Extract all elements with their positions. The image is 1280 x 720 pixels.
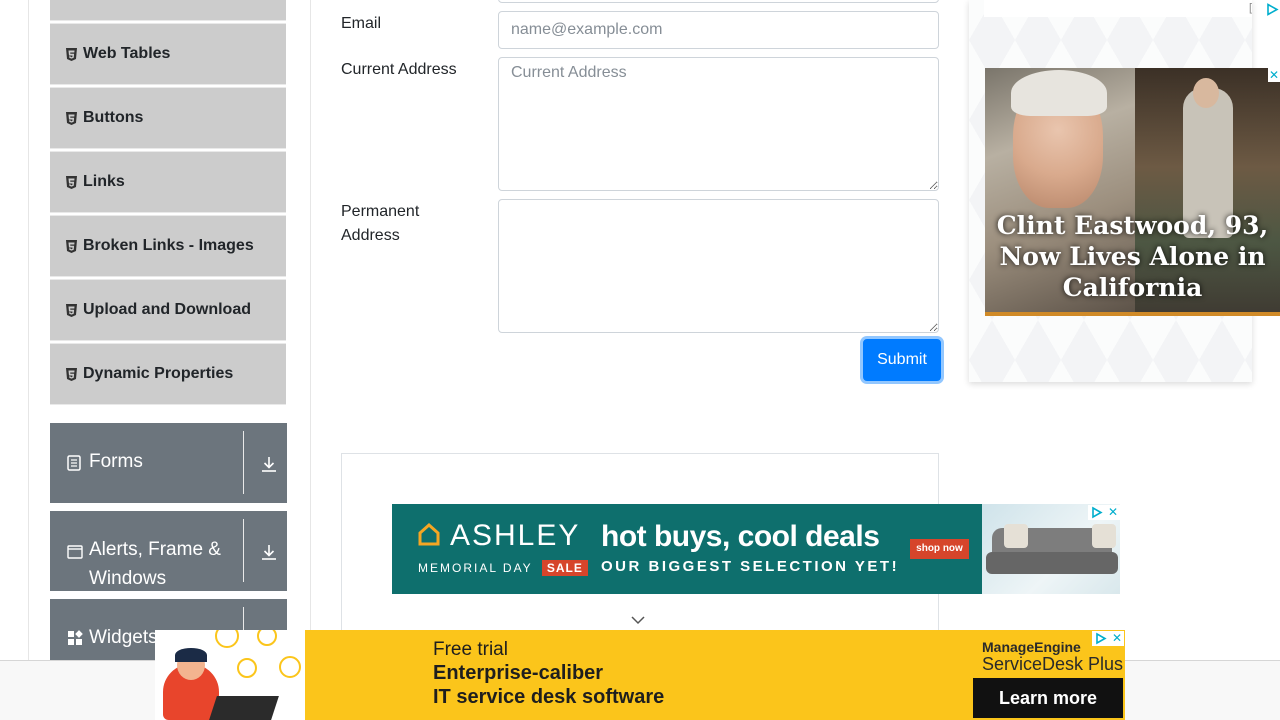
ad-choices[interactable]: ✕ — [1092, 631, 1124, 646]
ad-headline-line1: Enterprise-caliber — [433, 662, 604, 684]
shop-now-button[interactable]: shop now — [910, 539, 969, 559]
sofa-pillow — [1092, 524, 1116, 548]
sidebar-item-label: Broken Links - Images — [83, 237, 254, 254]
ashley-subline: MEMORIAL DAY SALE — [418, 560, 588, 576]
ad-headline: Clint Eastwood, 93, Now Lives Alone in C… — [996, 211, 1269, 302]
adchoices-icon[interactable] — [1091, 505, 1103, 523]
sidebar-item-partial[interactable] — [50, 0, 286, 21]
illus-circle — [257, 630, 277, 646]
adchoices-icon[interactable] — [1266, 3, 1280, 16]
html5-icon — [66, 47, 77, 61]
group-header-alerts[interactable]: Alerts, Frame & Windows — [50, 511, 287, 591]
group-header-label: Forms — [89, 451, 143, 472]
sidebar-item-links[interactable]: Links — [50, 151, 286, 213]
html5-icon — [66, 111, 77, 125]
ad-illustration — [155, 630, 305, 720]
ashley-sale-badge: SALE — [541, 560, 588, 576]
sidebar-item-upload-download[interactable]: Upload and Download — [50, 279, 286, 341]
close-icon[interactable]: ✕ — [1112, 631, 1122, 646]
window-icon — [67, 543, 83, 559]
illus-circle — [279, 656, 301, 678]
html5-icon — [66, 303, 77, 317]
adchoices-icon[interactable] — [1095, 631, 1107, 649]
ashley-brand: ASHLEY — [450, 519, 581, 552]
group-header-label: Alerts, Frame & — [89, 539, 221, 560]
sidebar-item-label: Buttons — [83, 109, 144, 126]
download-icon[interactable] — [260, 543, 278, 561]
sidebar-item-label: Web Tables — [83, 45, 171, 62]
sofa-seat — [986, 552, 1118, 574]
ashley-sub-prefix: MEMORIAL DAY — [418, 561, 533, 575]
close-icon[interactable]: ✕ — [1108, 505, 1118, 520]
sidebar-item-web-tables[interactable]: Web Tables — [50, 23, 286, 85]
scene-person-head — [1193, 78, 1219, 108]
divider — [243, 431, 244, 494]
ashley-tagline: OUR BIGGEST SELECTION YET! — [601, 558, 900, 575]
permanent-address-label-line2: Address — [341, 227, 400, 244]
widgets-icon — [67, 630, 83, 646]
bottom-ad[interactable]: Free trial Enterprise-caliber IT service… — [155, 630, 1125, 720]
ad-top-strip — [984, 0, 1252, 17]
ad-headline-line2: IT service desk software — [433, 686, 665, 708]
divider — [243, 519, 244, 582]
free-trial-text: Free trial — [433, 639, 508, 660]
sidebar-item-dynamic-properties[interactable]: Dynamic Properties — [50, 343, 286, 405]
learn-more-button[interactable]: Learn more — [973, 678, 1123, 718]
ad-info-marker[interactable]: [?] — [1249, 2, 1252, 14]
group-header-label: Widgets — [89, 627, 158, 648]
brand-name: ManageEngine — [982, 639, 1081, 655]
current-address-field[interactable] — [498, 57, 939, 191]
permanent-address-field[interactable] — [498, 199, 939, 333]
sidebar-item-label: Upload and Download — [83, 301, 251, 318]
illus-hair — [175, 648, 207, 662]
permanent-address-label-line1: Permanent — [341, 203, 420, 220]
left-border — [28, 0, 29, 660]
html5-icon — [66, 367, 77, 381]
ad-choices[interactable]: ✕ — [1088, 505, 1120, 520]
illus-circle — [237, 658, 257, 678]
sidebar-item-label: Dynamic Properties — [83, 365, 234, 382]
sofa-pillow — [1004, 524, 1028, 548]
submit-button[interactable]: Submit — [863, 339, 941, 381]
permanent-address-label: Permanent Address — [341, 200, 419, 248]
email-field[interactable] — [498, 11, 939, 49]
download-icon[interactable] — [260, 455, 278, 473]
html5-icon — [66, 175, 77, 189]
sidebar-divider — [310, 0, 311, 660]
close-icon[interactable]: ✕ — [1268, 68, 1280, 82]
html5-icon — [66, 239, 77, 253]
ashley-ad[interactable]: ASHLEY MEMORIAL DAY SALE hot buys, cool … — [392, 504, 1120, 594]
chevron-down-icon[interactable] — [631, 612, 645, 625]
sidebar-item-buttons[interactable]: Buttons — [50, 87, 286, 149]
sidebar-item-label: Links — [83, 173, 125, 190]
group-header-label-line2: Windows — [89, 568, 167, 589]
current-address-label: Current Address — [341, 61, 457, 78]
illus-laptop — [209, 696, 279, 720]
partial-input[interactable] — [498, 0, 939, 3]
form-icon — [67, 455, 83, 471]
illus-circle — [215, 630, 239, 648]
email-label: Email — [341, 15, 382, 32]
product-name: ServiceDesk Plus — [982, 654, 1124, 674]
sidebar-item-broken-links[interactable]: Broken Links - Images — [50, 215, 286, 277]
ashley-house-icon — [418, 522, 440, 546]
portrait-hair — [1011, 70, 1107, 116]
ad-photo[interactable]: Clint Eastwood, 93, Now Lives Alone in C… — [985, 68, 1280, 316]
group-header-forms[interactable]: Forms — [50, 423, 287, 503]
ashley-headline: hot buys, cool deals — [601, 520, 880, 553]
